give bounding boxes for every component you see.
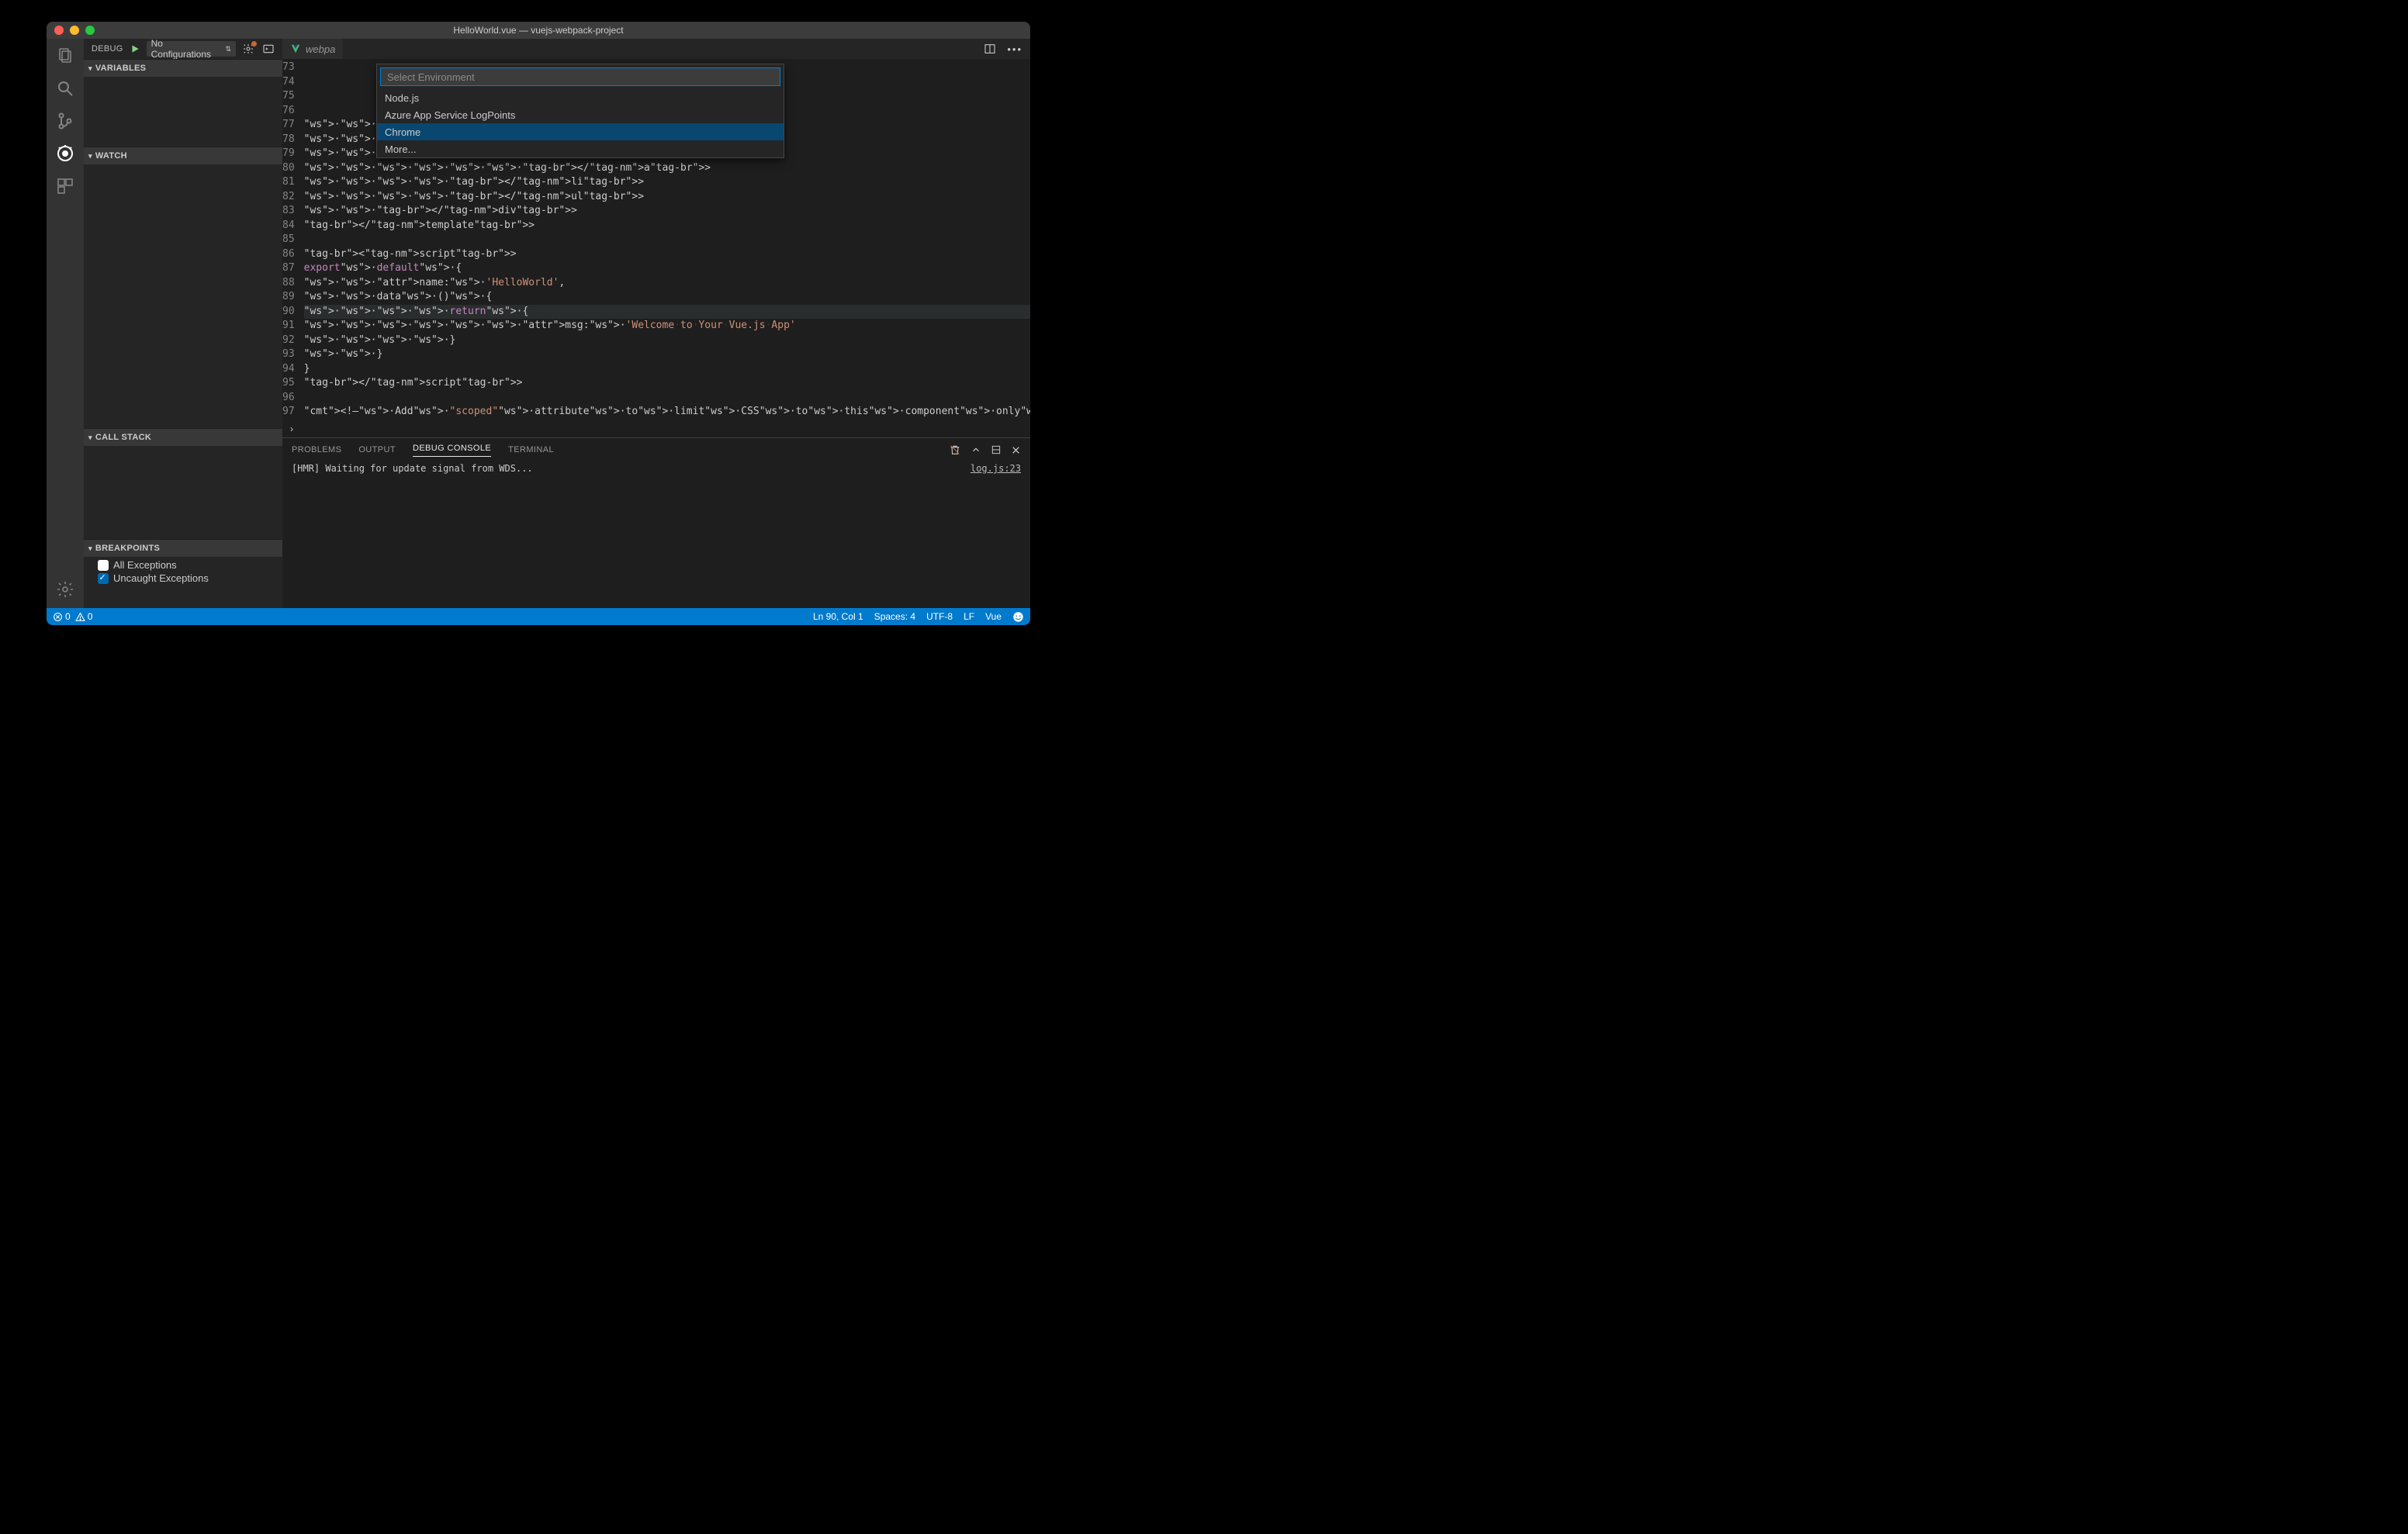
breakpoints-section: All Exceptions Uncaught Exceptions xyxy=(84,557,282,586)
editor-tabs: webpa ••• xyxy=(282,39,1030,59)
debug-icon[interactable] xyxy=(54,143,76,164)
more-actions-icon[interactable]: ••• xyxy=(1007,43,1022,55)
panel-tabs: PROBLEMS OUTPUT DEBUG CONSOLE TERMINAL xyxy=(282,438,1030,461)
status-errors[interactable]: 0 xyxy=(53,611,71,622)
source-control-icon[interactable] xyxy=(54,110,76,132)
search-icon[interactable] xyxy=(54,78,76,99)
configure-gear-icon[interactable] xyxy=(242,43,254,55)
breakpoints-section-header[interactable]: BREAKPOINTS xyxy=(84,540,282,557)
quickpick-item[interactable]: Chrome xyxy=(377,123,784,140)
quickpick-list: Node.jsAzure App Service LogPointsChrome… xyxy=(377,89,784,157)
vue-file-icon xyxy=(290,43,301,54)
debug-config-dropdown[interactable]: No Configurations ⇅ xyxy=(147,41,236,57)
chevron-right-icon[interactable]: › xyxy=(290,423,293,434)
debug-config-label: No Configurations xyxy=(151,38,221,60)
panel-tab-output[interactable]: OUTPUT xyxy=(358,445,396,454)
line-number-gutter: 7374757677787980818283848586878889909192… xyxy=(282,59,304,420)
variables-section-header[interactable]: VARIABLES xyxy=(84,60,282,77)
quickpick-item[interactable]: More... xyxy=(377,140,784,157)
status-eol[interactable]: LF xyxy=(964,611,974,622)
clear-console-icon[interactable] xyxy=(949,444,961,456)
status-encoding[interactable]: UTF-8 xyxy=(926,611,953,622)
maximize-panel-icon[interactable] xyxy=(991,444,1002,455)
breakpoint-checkbox[interactable] xyxy=(98,573,109,584)
watch-section-header[interactable]: WATCH xyxy=(84,147,282,164)
status-bar: 0 0 Ln 90, Col 1 Spaces: 4 UTF-8 LF Vue xyxy=(47,608,1030,625)
variables-section xyxy=(84,77,282,147)
log-source-link[interactable]: log.js:23 xyxy=(970,463,1021,606)
chevron-updown-icon: ⇅ xyxy=(225,45,231,54)
debug-console-toggle-icon[interactable] xyxy=(262,43,275,55)
quickpick-input[interactable] xyxy=(380,67,780,86)
extensions-icon[interactable] xyxy=(54,175,76,197)
quickpick-dropdown: Node.jsAzure App Service LogPointsChrome… xyxy=(376,64,784,158)
collapse-panel-icon[interactable] xyxy=(970,444,981,455)
debug-sidebar: DEBUG No Configurations ⇅ xyxy=(84,39,282,608)
bottom-panel: PROBLEMS OUTPUT DEBUG CONSOLE TERMINAL xyxy=(282,437,1030,608)
debug-toolbar: DEBUG No Configurations ⇅ xyxy=(84,39,282,59)
minimize-window-button[interactable] xyxy=(70,26,79,35)
split-editor-icon[interactable] xyxy=(984,43,996,55)
breakpoint-checkbox[interactable] xyxy=(98,560,109,571)
start-debug-button[interactable] xyxy=(130,43,140,54)
breakpoint-uncaught-exceptions[interactable]: Uncaught Exceptions xyxy=(84,572,282,585)
title-bar[interactable]: HelloWorld.vue — vuejs-webpack-project xyxy=(47,22,1030,39)
close-window-button[interactable] xyxy=(54,26,64,35)
watch-section xyxy=(84,164,282,428)
callstack-section-header[interactable]: CALL STACK xyxy=(84,429,282,446)
maximize-window-button[interactable] xyxy=(85,26,95,35)
status-language[interactable]: Vue xyxy=(985,611,1002,622)
panel-tab-problems[interactable]: PROBLEMS xyxy=(292,445,341,454)
status-cursor[interactable]: Ln 90, Col 1 xyxy=(813,611,863,622)
settings-gear-icon[interactable] xyxy=(54,579,76,600)
breakpoint-all-exceptions[interactable]: All Exceptions xyxy=(84,558,282,572)
status-warnings[interactable]: 0 xyxy=(75,611,93,622)
panel-tab-debug-console[interactable]: DEBUG CONSOLE xyxy=(413,444,491,457)
editor-tab-webpack[interactable]: webpa xyxy=(282,39,344,59)
debug-header-label: DEBUG xyxy=(92,44,123,54)
callstack-section xyxy=(84,446,282,539)
status-feedback-icon[interactable] xyxy=(1012,611,1024,623)
debug-console-output[interactable]: [HMR] Waiting for update signal from WDS… xyxy=(282,461,1030,608)
app-window: HelloWorld.vue — vuejs-webpack-project xyxy=(47,22,1030,625)
window-title: HelloWorld.vue — vuejs-webpack-project xyxy=(47,25,1030,36)
panel-resize-handle[interactable]: › xyxy=(282,420,1030,437)
activity-bar xyxy=(47,39,84,608)
quickpick-item[interactable]: Node.js xyxy=(377,89,784,106)
quickpick-item[interactable]: Azure App Service LogPoints xyxy=(377,106,784,123)
log-message: [HMR] Waiting for update signal from WDS… xyxy=(292,463,533,606)
close-panel-icon[interactable] xyxy=(1011,445,1021,455)
panel-tab-terminal[interactable]: TERMINAL xyxy=(508,445,554,454)
explorer-icon[interactable] xyxy=(54,45,76,67)
status-spaces[interactable]: Spaces: 4 xyxy=(874,611,915,622)
window-controls xyxy=(47,26,95,35)
